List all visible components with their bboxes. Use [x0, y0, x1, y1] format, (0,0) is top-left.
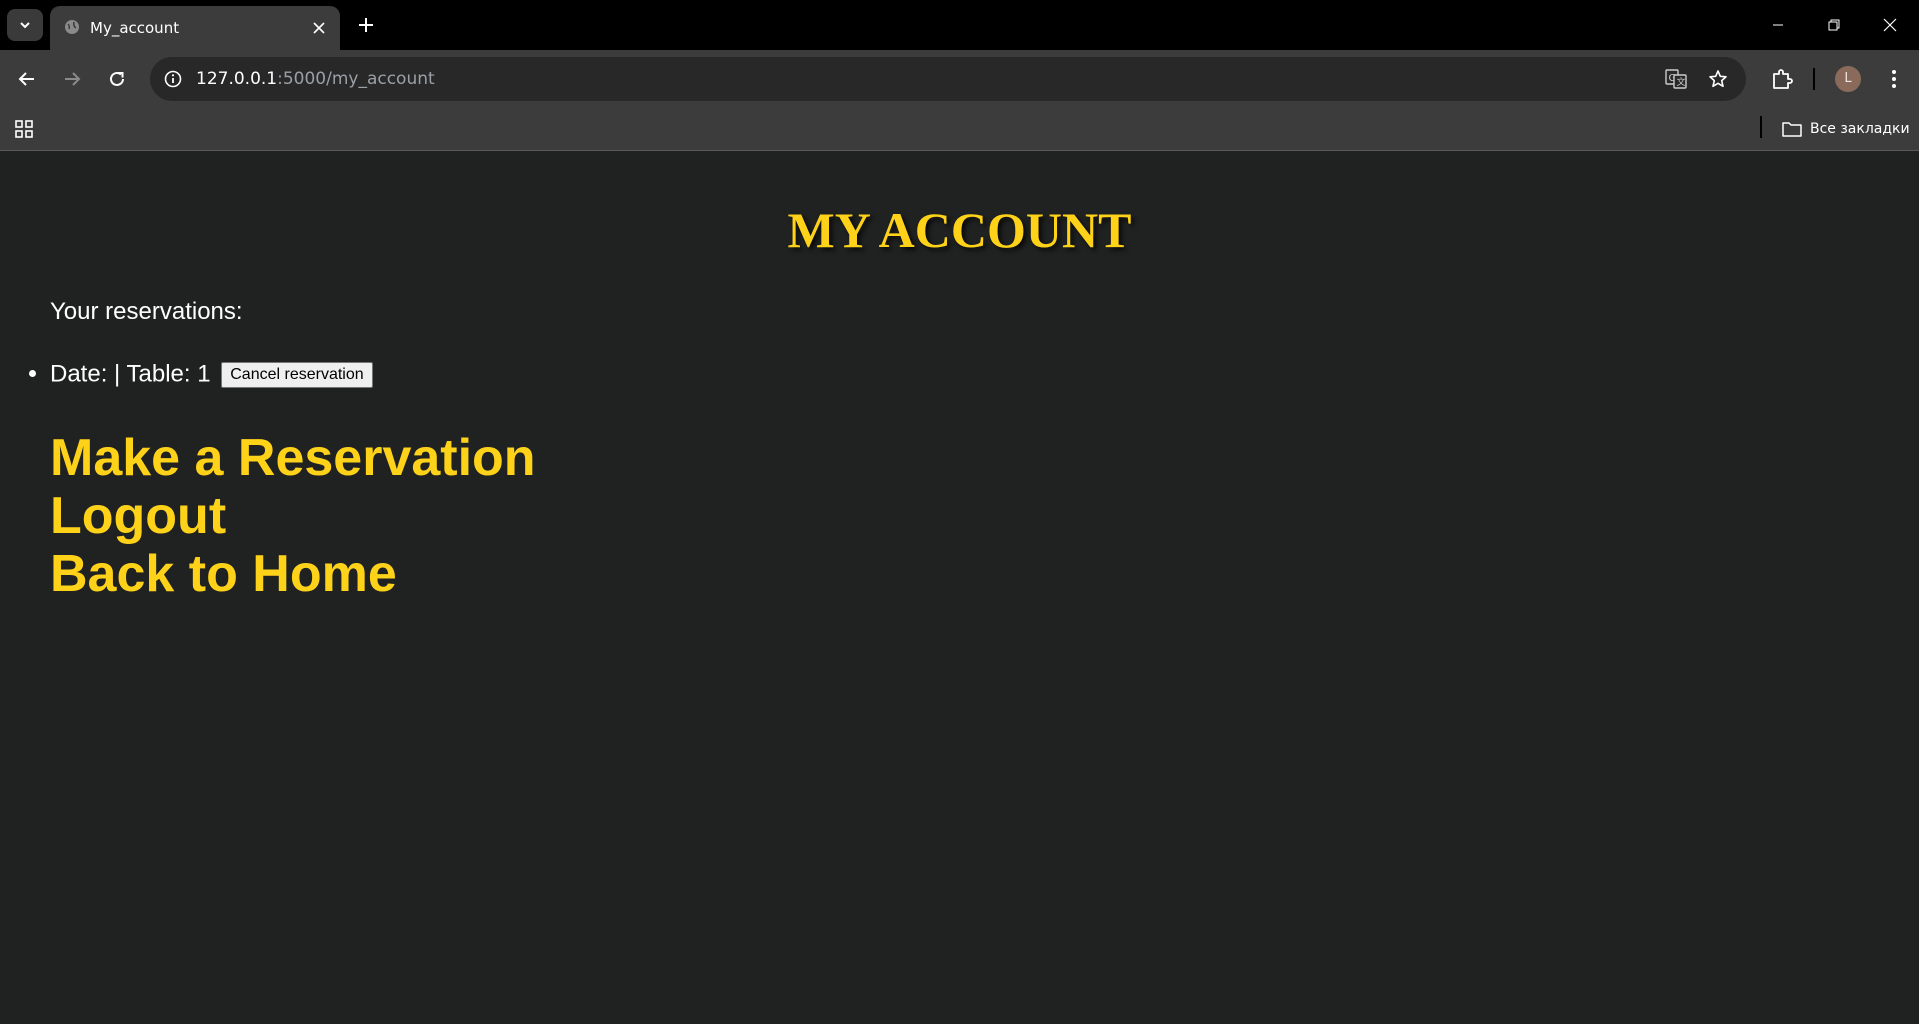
extensions-button[interactable] — [1766, 63, 1798, 95]
tab-title: My_account — [90, 19, 180, 37]
cancel-reservation-button[interactable]: Cancel reservation — [221, 361, 373, 388]
back-button[interactable] — [11, 63, 43, 95]
info-icon[interactable] — [158, 64, 188, 94]
url-text[interactable]: 127.0.0.1:5000/my_account — [196, 69, 435, 89]
chevron-down-icon — [18, 18, 32, 32]
browser-toolbar: 127.0.0.1:5000/my_account G文 L — [0, 50, 1919, 108]
make-reservation-link[interactable]: Make a Reservation — [50, 429, 536, 487]
translate-icon[interactable]: G文 — [1662, 65, 1690, 93]
close-window-button[interactable] — [1862, 0, 1918, 50]
arrow-left-icon — [18, 70, 36, 88]
reservations-list: Date: | Table: 1 Cancel reservation — [0, 358, 373, 391]
menu-button[interactable] — [1878, 63, 1910, 95]
url-host: 127.0.0.1 — [196, 69, 278, 89]
tab-strip: My_account — [0, 0, 1919, 50]
toolbar-divider — [1813, 68, 1815, 90]
reservation-item: Date: | Table: 1 Cancel reservation — [50, 358, 373, 391]
globe-icon — [63, 18, 81, 36]
minimize-button[interactable] — [1750, 0, 1806, 50]
forward-button[interactable] — [56, 63, 88, 95]
address-bar[interactable]: 127.0.0.1:5000/my_account G文 — [150, 57, 1746, 101]
restore-button[interactable] — [1806, 0, 1862, 50]
reservations-heading: Your reservations: — [50, 298, 243, 325]
back-to-home-link[interactable]: Back to Home — [50, 545, 536, 603]
close-icon — [1883, 18, 1897, 32]
logout-link[interactable]: Logout — [50, 487, 536, 545]
tab-search-button[interactable] — [7, 9, 43, 41]
reload-button[interactable] — [101, 63, 133, 95]
profile-avatar[interactable]: L — [1835, 66, 1861, 92]
restore-icon — [1828, 19, 1840, 31]
active-tab[interactable]: My_account — [50, 6, 340, 50]
apps-grid-icon[interactable] — [12, 117, 36, 141]
folder-icon — [1782, 121, 1802, 137]
all-bookmarks-button[interactable]: Все закладки — [1782, 117, 1910, 141]
minimize-icon — [1772, 19, 1784, 31]
all-bookmarks-label: Все закладки — [1810, 121, 1910, 137]
page-title: MY ACCOUNT — [787, 202, 1132, 258]
nav-links: Make a Reservation Logout Back to Home — [50, 429, 536, 603]
new-tab-button[interactable] — [352, 11, 380, 39]
puzzle-icon — [1771, 68, 1793, 90]
more-vertical-icon — [1891, 69, 1897, 89]
arrow-right-icon — [63, 70, 81, 88]
bookmark-star-icon[interactable] — [1704, 65, 1732, 93]
page-content: MY ACCOUNT Your reservations: Date: | Ta… — [0, 151, 1919, 1024]
bookmarks-divider — [1760, 116, 1762, 138]
plus-icon — [358, 17, 374, 33]
reload-icon — [108, 70, 126, 88]
svg-text:文: 文 — [1677, 76, 1686, 88]
reservation-text: Date: | Table: 1 — [50, 360, 211, 388]
bookmarks-bar: Все закладки — [0, 108, 1919, 151]
url-path: :5000/my_account — [277, 69, 435, 89]
close-tab-icon[interactable] — [310, 19, 328, 37]
